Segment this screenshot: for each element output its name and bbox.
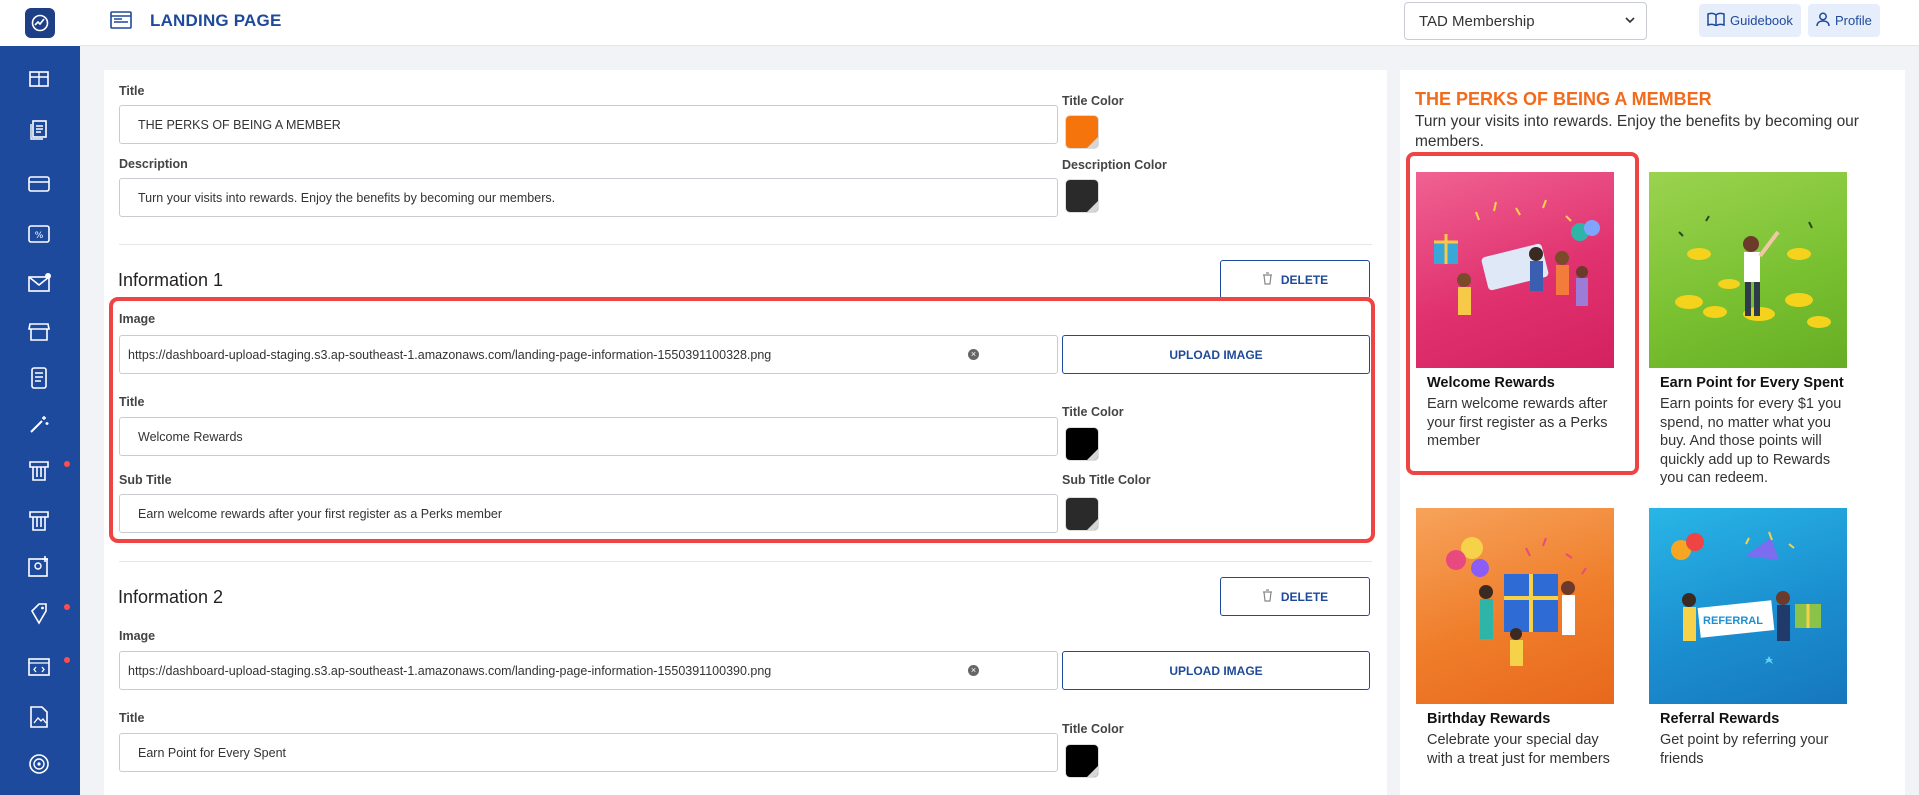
guidebook-button[interactable]: Guidebook bbox=[1699, 4, 1801, 37]
image-url-input[interactable]: https://dashboard-upload-staging.s3.ap-s… bbox=[119, 651, 1058, 690]
browser-window-icon bbox=[110, 11, 132, 34]
landing-page-preview: THE PERKS OF BEING A MEMBER Turn your vi… bbox=[1400, 70, 1905, 795]
title-color-label: Title Color bbox=[1062, 94, 1124, 108]
divider bbox=[119, 561, 1372, 562]
trash-icon bbox=[1262, 271, 1273, 288]
store-icon[interactable] bbox=[25, 318, 53, 346]
image-file-icon[interactable] bbox=[25, 703, 53, 731]
phone-list-icon[interactable] bbox=[25, 364, 53, 392]
notification-dot bbox=[45, 273, 51, 279]
welcome-rewards-highlight bbox=[1406, 152, 1639, 475]
analytics-logo-icon bbox=[25, 8, 55, 38]
description-color-picker[interactable] bbox=[1066, 180, 1098, 212]
top-header: LANDING PAGE TAD Membership Guidebook Pr… bbox=[80, 0, 1919, 46]
image-label: Image bbox=[119, 629, 156, 643]
user-add-icon[interactable] bbox=[25, 552, 53, 580]
book-icon bbox=[1707, 12, 1725, 29]
swatch-fold bbox=[1087, 766, 1098, 777]
profile-button[interactable]: Profile bbox=[1808, 4, 1880, 37]
card-text: Celebrate your special day with a treat … bbox=[1427, 732, 1610, 767]
title-input[interactable]: THE PERKS OF BEING A MEMBER bbox=[119, 105, 1058, 144]
chevron-down-icon bbox=[1624, 13, 1636, 30]
sidebar: % bbox=[0, 0, 80, 795]
guidebook-label: Guidebook bbox=[1730, 13, 1793, 28]
information-2-heading: Information 2 bbox=[118, 587, 224, 607]
notification-dot bbox=[64, 461, 70, 467]
card-icon[interactable] bbox=[25, 170, 53, 198]
membership-select-value: TAD Membership bbox=[1419, 13, 1535, 30]
upload-image-button[interactable]: UPLOAD IMAGE bbox=[1062, 651, 1370, 690]
profile-label: Profile bbox=[1835, 13, 1872, 28]
information-1-highlight bbox=[109, 297, 1375, 543]
title-label: Title bbox=[119, 84, 145, 98]
gift-card-icon[interactable] bbox=[25, 65, 53, 93]
discount-icon[interactable]: % bbox=[25, 220, 53, 248]
notification-dot bbox=[64, 604, 70, 610]
user-icon bbox=[1816, 12, 1830, 30]
landing-page-form: Title THE PERKS OF BEING A MEMBER Title … bbox=[104, 70, 1387, 795]
voucher-alt-icon[interactable] bbox=[25, 507, 53, 535]
delete-information-2-button[interactable]: DELETE bbox=[1220, 577, 1370, 616]
clear-input-icon[interactable]: × bbox=[968, 665, 979, 676]
card-text: Earn points for every $1 you spend, no m… bbox=[1660, 396, 1842, 486]
delete-label: DELETE bbox=[1280, 272, 1329, 287]
description-input[interactable]: Turn your visits into rewards. Enjoy the… bbox=[119, 178, 1058, 217]
preview-title: THE PERKS OF BEING A MEMBER bbox=[1415, 89, 1712, 109]
page-title: LANDING PAGE bbox=[150, 11, 282, 30]
delete-label: DELETE bbox=[1280, 589, 1329, 604]
app-logo[interactable] bbox=[0, 0, 80, 46]
info2-title-color-label: Title Color bbox=[1062, 722, 1124, 736]
description-label: Description bbox=[119, 157, 188, 171]
magic-wand-icon[interactable] bbox=[25, 410, 53, 438]
card-title: Birthday Rewards bbox=[1427, 711, 1551, 727]
tag-icon[interactable] bbox=[25, 600, 53, 628]
referral-rewards-image: REFERRAL bbox=[1649, 508, 1847, 704]
swatch-fold bbox=[1087, 137, 1098, 148]
card-title: Referral Rewards bbox=[1660, 711, 1780, 727]
description-color-label: Description Color bbox=[1062, 158, 1167, 172]
info2-title-label: Title bbox=[119, 711, 145, 725]
notification-dot bbox=[64, 657, 70, 663]
card-text: Get point by referring your friends bbox=[1660, 732, 1829, 767]
delete-information-1-button[interactable]: DELETE bbox=[1220, 260, 1370, 299]
swatch-fold bbox=[1087, 201, 1098, 212]
svg-text:%: % bbox=[35, 231, 44, 241]
target-icon[interactable] bbox=[25, 750, 53, 778]
info2-title-input[interactable]: Earn Point for Every Spent bbox=[119, 733, 1058, 772]
referral-sign-text: REFERRAL bbox=[1703, 615, 1763, 627]
earn-point-image bbox=[1649, 172, 1847, 368]
divider bbox=[119, 244, 1372, 245]
membership-select[interactable]: TAD Membership bbox=[1404, 2, 1647, 40]
title-color-picker[interactable] bbox=[1066, 116, 1098, 148]
preview-description: Turn your visits into rewards. Enjoy the… bbox=[1415, 113, 1859, 150]
info2-title-color-picker[interactable] bbox=[1066, 745, 1098, 777]
information-1-heading: Information 1 bbox=[118, 270, 224, 290]
birthday-rewards-image bbox=[1416, 508, 1614, 704]
voucher-icon[interactable] bbox=[25, 457, 53, 485]
document-icon[interactable] bbox=[25, 116, 53, 144]
card-title: Earn Point for Every Spent bbox=[1660, 375, 1844, 391]
trash-icon bbox=[1262, 588, 1273, 605]
code-window-icon[interactable] bbox=[25, 653, 53, 681]
